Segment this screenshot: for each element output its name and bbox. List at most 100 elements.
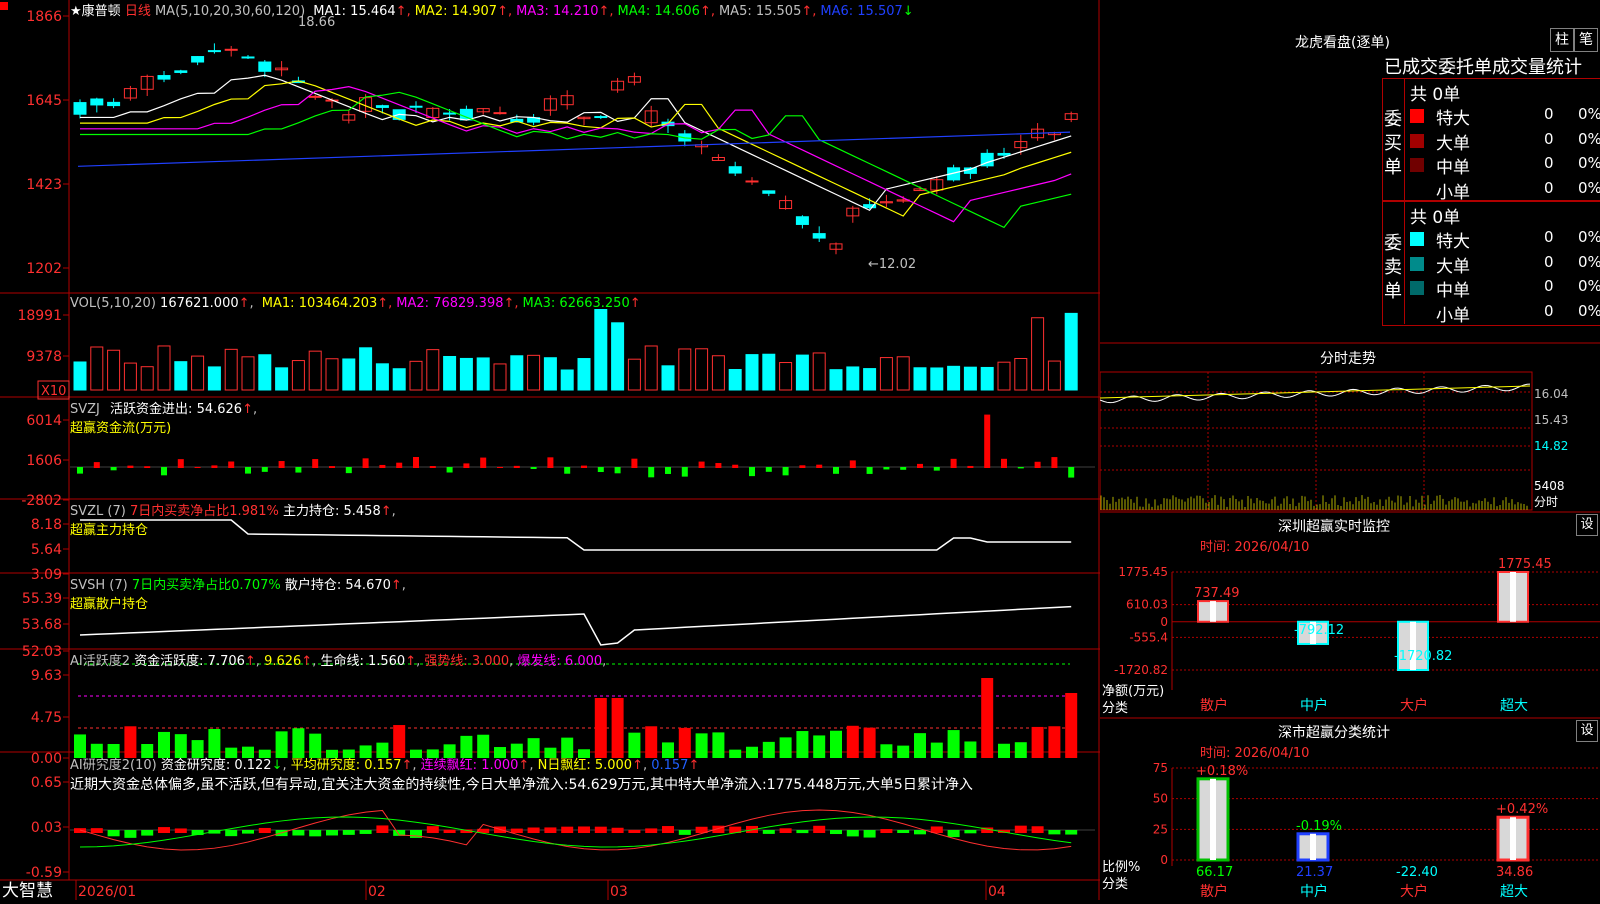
ai2-bar — [108, 830, 120, 836]
vol-bar — [242, 357, 254, 390]
candle-body — [91, 99, 103, 105]
vol-bar — [612, 323, 624, 390]
vol-bar — [712, 356, 724, 390]
svzj-bar — [615, 467, 621, 473]
stock-name[interactable]: 康普顿 — [82, 4, 121, 19]
ai2-bar — [612, 828, 624, 833]
ma-item-2: MA2: 14.907 — [415, 4, 497, 19]
star-icon[interactable]: ★ — [70, 4, 82, 19]
sz-axis-1: 610.03 — [1126, 598, 1168, 612]
vol-bar — [595, 310, 607, 390]
ai1-axis-tick-2: 0.00 — [31, 751, 62, 767]
vol-ma-item-3: MA3: 62663.250 — [523, 296, 630, 311]
ai1-bar — [964, 741, 976, 758]
candle-body — [108, 102, 120, 105]
vol-bar — [158, 346, 170, 390]
svzj-bar — [766, 467, 772, 472]
ai2-bar — [141, 830, 153, 836]
ai2-bar — [679, 830, 691, 835]
svzl-value: 5.458 — [344, 504, 381, 519]
vol-bar — [729, 370, 741, 390]
ai1-bar — [847, 726, 859, 758]
sz-axis-3: -555.4 — [1129, 630, 1168, 644]
vol-bar — [124, 363, 136, 390]
svzj-bar — [245, 467, 251, 474]
ma-item-4: MA4: 14.606 — [618, 4, 700, 19]
ai1-life: 1.560 — [368, 654, 405, 669]
ma-item-3: MA3: 14.210 — [516, 4, 598, 19]
sm-settings-button[interactable]: 设 — [1576, 720, 1598, 742]
ai2-bar — [91, 828, 103, 833]
vol-bar — [1032, 318, 1044, 390]
sz-axis-2: 0 — [1160, 615, 1168, 629]
svzj-value: 54.626 — [197, 402, 243, 417]
ai2-avg: 0.157 — [364, 758, 401, 773]
sz-axis-4: -1720.82 — [1114, 663, 1168, 677]
sz-settings-button[interactable]: 设 — [1576, 514, 1598, 536]
vol-header: VOL(5,10,20) 167621.000↑, MA1: 103464.20… — [70, 296, 641, 311]
ai1-bar — [1032, 727, 1044, 758]
svzj-bar — [211, 465, 217, 468]
ai2-bar — [124, 830, 136, 838]
svzj-bar — [312, 459, 318, 468]
vol-bar — [830, 370, 842, 390]
svzj-subtitle: 超赢资金流(万元) — [70, 417, 257, 436]
right-charts: 16.0415.4314.825408分时1775.45610.030-555.… — [1100, 0, 1600, 900]
ai2-bar — [175, 828, 187, 833]
svzj-bar — [598, 467, 604, 472]
ai1-value: 7.706 — [208, 654, 245, 669]
ma-params: MA(5,10,20,30,60,120) — [155, 4, 305, 19]
svzj-bar — [228, 461, 234, 468]
main-chart-area[interactable]: 1866 1645 1423 1202 18991 9378 X10 6014 1606 -280… — [0, 0, 1100, 900]
vol-bar — [259, 355, 271, 390]
svzj-bar — [363, 458, 369, 468]
sm-axis-0: 75 — [1153, 761, 1168, 775]
ai2-bar — [662, 826, 674, 833]
svzj-bar — [262, 467, 268, 472]
ai1-axis-tick-1: 4.75 — [31, 710, 62, 726]
ai2-bar — [74, 828, 86, 833]
svzj-bar — [195, 467, 201, 468]
ai1-strong: 3.000 — [472, 654, 509, 669]
candle-body — [175, 71, 187, 73]
svsh-label: 散户持仓: — [285, 578, 341, 593]
vol-bar — [796, 355, 808, 390]
ai2-bar — [830, 830, 842, 834]
vol-bar — [292, 361, 304, 390]
sm-time: 时间: 2026/04/10 — [1200, 742, 1309, 761]
vol-bar — [780, 363, 792, 390]
candle-body — [998, 153, 1010, 155]
sm-cat-1: 中户 — [1300, 883, 1328, 900]
sz-cat-1: 中户 — [1300, 697, 1328, 714]
svzl-ratio: 7日内买卖净占比1.981% — [130, 504, 279, 519]
sz-cat-2: 大户 — [1400, 697, 1428, 714]
svzj-title: SVZJ — [70, 402, 100, 417]
svzj-bar — [531, 467, 537, 469]
vol-bar — [914, 368, 926, 390]
sm-axis-2: 25 — [1153, 822, 1168, 836]
vol-bar — [410, 361, 422, 390]
sz-value-2: -1720.82 — [1394, 649, 1452, 664]
svzj-bar — [900, 467, 906, 470]
sm-cat-2: 大户 — [1400, 883, 1428, 900]
ai2-title: AI研究度2(10) — [70, 758, 157, 773]
period-label[interactable]: 日线 — [125, 4, 151, 19]
vol-bar — [444, 356, 456, 390]
svsh-line — [80, 607, 1071, 645]
vol-bar — [948, 366, 960, 390]
ma-item-1: MA1: 15.464 — [313, 4, 395, 19]
vol-bar — [326, 359, 338, 390]
svsh-ratio: 7日内买卖净占比0.707% — [132, 578, 281, 593]
svzj-bar — [799, 465, 805, 468]
svzl-header: SVZL (7) 7日内买卖净占比1.981% 主力持仓: 5.458↑, 超赢… — [70, 500, 396, 538]
ai1-bar — [830, 731, 842, 758]
ai2-n-label: N日飘红: — [538, 758, 591, 773]
sz-title: 深圳超赢实时监控 — [1278, 516, 1390, 536]
sz-value-3: 1775.45 — [1498, 557, 1552, 572]
fs-axis-1: 15.43 — [1534, 413, 1568, 427]
ai2-bar — [628, 830, 640, 833]
vol-bar — [1015, 358, 1027, 390]
sm-axis-3: 0 — [1160, 853, 1168, 867]
ma2-line — [80, 81, 1071, 216]
vol-bar — [662, 366, 674, 390]
